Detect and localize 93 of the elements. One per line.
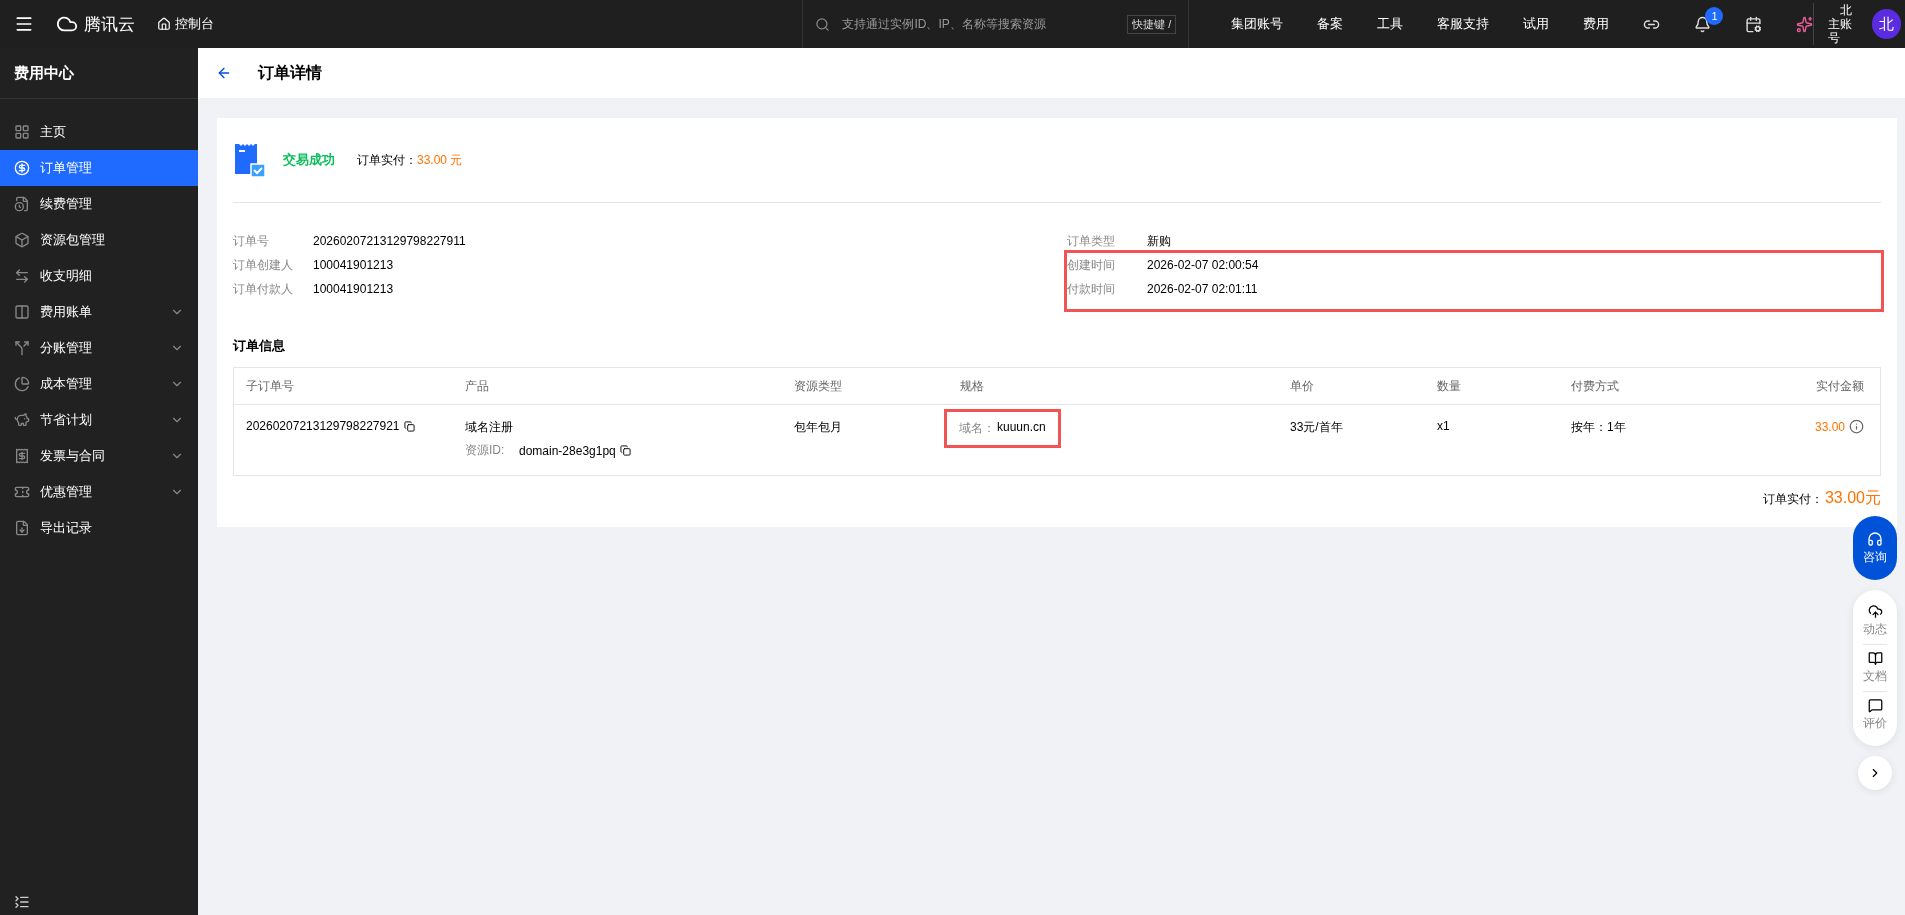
sidebar-item[interactable]: 主页 <box>0 114 198 150</box>
spec-value: kuuun.cn <box>997 420 1046 436</box>
section-title: 订单信息 <box>233 337 286 355</box>
table-cell-text: 域名注册 <box>465 419 514 436</box>
column-header: 实付金额 <box>1815 377 1864 395</box>
copy-icon[interactable] <box>403 420 415 432</box>
sidebar-item[interactable]: 续费管理 <box>0 186 198 222</box>
consult-button[interactable]: 咨询 <box>1853 516 1897 580</box>
notification-badge: 1 <box>1705 6 1724 25</box>
coin-icon <box>14 160 30 176</box>
resource-id: domain-28e3g1pq <box>519 443 616 458</box>
table-cell: 20260207213129798227921 <box>246 419 465 433</box>
field-value: 新购 <box>1147 232 1171 250</box>
account-name[interactable]: 北 主账号 <box>1813 3 1864 45</box>
nav-link[interactable]: 费用 <box>1583 15 1610 33</box>
book-icon <box>1867 651 1883 666</box>
field-label: 订单创建人 <box>233 256 294 274</box>
ticket-icon <box>14 484 30 500</box>
table-cell-text: x1 <box>1437 419 1451 433</box>
nav-link[interactable]: 备案 <box>1317 15 1344 33</box>
menu-icon[interactable] <box>14 14 34 34</box>
field-value: 2026-02-07 02:01:11 <box>1147 282 1258 296</box>
field-label: 订单号 <box>233 232 270 250</box>
headset-icon <box>1867 530 1883 547</box>
field-value: 2026-02-07 02:00:54 <box>1147 258 1259 272</box>
table-cell-text: 33元/首年 <box>1290 419 1344 436</box>
paid-amount: 订单实付：33.00 元 <box>357 151 463 169</box>
piggy-bank-icon <box>14 412 30 428</box>
search-icon <box>815 16 831 32</box>
field-label: 创建时间 <box>1067 256 1116 274</box>
console-link[interactable]: 控制台 <box>157 15 214 33</box>
field-value: 20260207213129798227911 <box>313 234 466 248</box>
arrows-icon <box>14 268 30 284</box>
field-label: 付款时间 <box>1067 280 1116 298</box>
sidebar-item[interactable]: 发票与合同 <box>0 438 198 474</box>
float-button[interactable]: 动态 <box>1863 598 1887 644</box>
column-header: 资源类型 <box>794 377 843 395</box>
collapse-icon[interactable] <box>14 894 30 910</box>
grid-icon <box>14 124 30 140</box>
sidebar-item[interactable]: 收支明细 <box>0 258 198 294</box>
field-value: 100041901213 <box>313 258 394 272</box>
field-value: 100041901213 <box>313 282 394 296</box>
search-field[interactable]: 支持通过实例ID、IP、名称等搜索资源 <box>840 16 1118 32</box>
sidebar-item[interactable]: 费用账单 <box>0 294 198 330</box>
sidebar-item[interactable]: 资源包管理 <box>0 222 198 258</box>
sidebar-item[interactable]: 导出记录 <box>0 510 198 546</box>
sidebar-item[interactable]: 节省计划 <box>0 402 198 438</box>
page-title: 订单详情 <box>258 62 322 83</box>
resource-label: 资源ID: <box>465 442 505 459</box>
shortcut-hint: 快捷键 / <box>1127 14 1177 34</box>
nav-link[interactable]: 试用 <box>1523 15 1550 33</box>
home-icon <box>157 17 171 31</box>
comment-icon <box>1867 698 1883 713</box>
nav-link[interactable]: 客服支持 <box>1437 15 1490 33</box>
info-icon[interactable] <box>1849 419 1864 434</box>
cloud-icon <box>1867 604 1883 619</box>
avatar[interactable]: 北 <box>1871 9 1901 39</box>
float-button[interactable]: 评价 <box>1863 691 1887 738</box>
table-cell-text: 按年：1年 <box>1571 419 1627 436</box>
brand-logo[interactable]: 腾讯云 <box>56 12 135 36</box>
nav-link[interactable]: 集团账号 <box>1231 15 1284 33</box>
amount-value: 33.00 <box>1814 419 1845 434</box>
calendar-settings-icon[interactable] <box>1745 15 1763 33</box>
column-header: 规格 <box>960 377 985 395</box>
table-cell-text: 包年包月 <box>794 419 843 436</box>
order-total: 订单实付：33.00元 <box>1761 488 1881 508</box>
column-header: 产品 <box>465 377 490 395</box>
sidebar-item[interactable]: 分账管理 <box>0 330 198 366</box>
bell-icon[interactable] <box>1694 15 1712 33</box>
copy-icon[interactable] <box>619 445 631 456</box>
nav-link[interactable]: 工具 <box>1377 15 1404 33</box>
sidebar-item[interactable]: 订单管理 <box>0 150 198 186</box>
field-label: 订单类型 <box>1067 232 1116 250</box>
float-button[interactable]: 文档 <box>1863 644 1887 691</box>
pie-chart-icon <box>14 376 30 392</box>
document-icon <box>14 196 30 212</box>
sidebar-item[interactable]: 成本管理 <box>0 366 198 402</box>
cube-icon <box>14 232 30 248</box>
columns-icon <box>14 304 30 320</box>
sparkle-icon[interactable] <box>1796 15 1814 33</box>
column-header: 子订单号 <box>246 377 295 395</box>
field-label: 订单付款人 <box>233 280 294 298</box>
spec-label: 域名： <box>959 420 995 437</box>
split-icon <box>14 340 30 356</box>
column-header: 数量 <box>1437 377 1462 395</box>
sidebar-item[interactable]: 优惠管理 <box>0 474 198 510</box>
status-text: 交易成功 <box>283 151 335 169</box>
column-header: 单价 <box>1290 377 1315 395</box>
back-icon[interactable] <box>216 65 232 81</box>
column-header: 付费方式 <box>1571 377 1620 395</box>
download-icon <box>14 520 30 536</box>
receipt-check-icon <box>233 142 267 178</box>
receipt-icon <box>14 448 30 464</box>
